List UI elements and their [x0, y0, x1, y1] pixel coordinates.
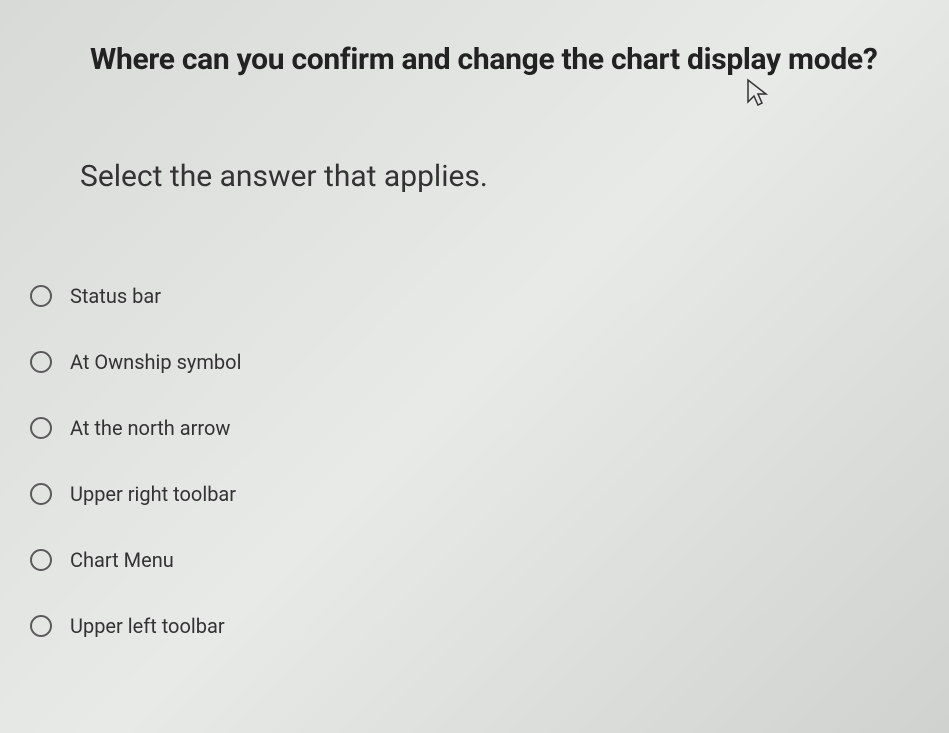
- option-label: Upper right toolbar: [70, 482, 236, 506]
- radio-icon[interactable]: [30, 285, 52, 307]
- option-status-bar[interactable]: Status bar: [30, 284, 879, 308]
- question-title: Where can you confirm and change the cha…: [90, 40, 879, 79]
- option-north-arrow[interactable]: At the north arrow: [30, 416, 879, 440]
- radio-icon[interactable]: [30, 483, 52, 505]
- cursor-icon: [745, 78, 769, 108]
- option-label: Chart Menu: [70, 548, 174, 572]
- option-upper-right-toolbar[interactable]: Upper right toolbar: [30, 482, 879, 506]
- radio-icon[interactable]: [30, 351, 52, 373]
- option-label: Status bar: [70, 284, 161, 308]
- option-upper-left-toolbar[interactable]: Upper left toolbar: [30, 614, 879, 638]
- option-label: Upper left toolbar: [70, 614, 225, 638]
- radio-icon[interactable]: [30, 615, 52, 637]
- options-list: Status bar At Ownship symbol At the nort…: [30, 284, 879, 638]
- radio-icon[interactable]: [30, 417, 52, 439]
- radio-icon[interactable]: [30, 549, 52, 571]
- option-label: At Ownship symbol: [70, 350, 241, 374]
- option-chart-menu[interactable]: Chart Menu: [30, 548, 879, 572]
- question-instruction: Select the answer that applies.: [80, 159, 879, 194]
- question-container: Where can you confirm and change the cha…: [0, 0, 949, 658]
- option-label: At the north arrow: [70, 416, 230, 440]
- option-ownship-symbol[interactable]: At Ownship symbol: [30, 350, 879, 374]
